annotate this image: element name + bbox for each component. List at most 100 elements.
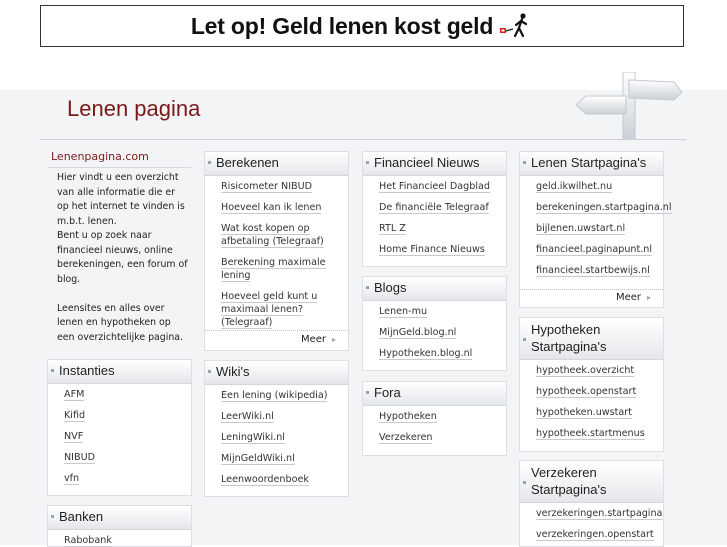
list-item[interactable]: LeerWiki.nl [205,410,348,423]
list-item[interactable]: MijnGeldWiki.nl [205,452,348,465]
header-divider [40,139,686,140]
verzekeren-title: Verzekeren Startpagina's [531,465,607,497]
nieuws-box: Financieel Nieuws Het Financieel Dagblad… [362,151,507,267]
list-item[interactable]: verzekeringen.openstart [520,528,663,541]
list-item[interactable]: financieel.paginapunt.nl [520,243,663,256]
hypotheken-box: Hypotheken Startpagina's hypotheek.overz… [519,317,664,452]
list-item[interactable]: Het Financieel Dagblad [363,180,506,193]
nieuws-header: Financieel Nieuws [363,152,506,176]
signpost-icon [575,72,683,140]
fora-header: Fora [363,382,506,406]
fora-title: Fora [374,385,401,400]
list-item[interactable]: hypotheek.startmenus [520,427,663,440]
bullet-icon [51,369,54,372]
startpaginas-list: geld.ikwilhet.nu berekeningen.startpagin… [520,176,672,277]
verzekeren-header: Verzekeren Startpagina's [520,461,663,503]
bullet-icon [208,370,211,373]
more-divider [205,330,348,331]
wikis-header: Wiki's [205,361,348,385]
instanties-header: Instanties [48,360,191,384]
list-item[interactable]: berekeningen.startpagina.nl [520,201,672,214]
startpaginas-header: Lenen Startpagina's [520,152,663,176]
list-item[interactable]: verzekeringen.startpagina [520,507,663,520]
list-item[interactable]: RTL Z [363,222,506,235]
blogs-box: Blogs Lenen-mu MijnGeld.blog.nl Hypothek… [362,276,507,371]
list-item[interactable]: Hoeveel geld kunt u maximaal lenen? (Tel… [205,290,348,329]
verzekeren-list: verzekeringen.startpagina verzekeringen.… [520,503,663,541]
bullet-icon [523,338,526,341]
arrow-right-icon: ▸ [331,335,336,344]
hypotheken-title: Hypotheken Startpagina's [531,322,607,354]
list-item[interactable]: bijlenen.uwstart.nl [520,222,663,235]
instanties-box: Instanties AFM Kifid NVF NIBUD vfn [47,359,192,496]
list-item[interactable]: Home Finance Nieuws [363,243,506,256]
wikis-title: Wiki's [216,364,250,379]
list-item[interactable]: NVF [48,430,191,443]
list-item[interactable]: Lenen-mu [363,305,506,318]
banken-box: Banken Rabobank [47,505,192,547]
berekenen-more-link[interactable]: Meer ▸ [301,334,336,345]
list-item[interactable]: Leenwoordenboek [205,473,348,486]
intro-panel: Lenenpagina.com Hier vindt u een overzic… [47,148,191,345]
blogs-header: Blogs [363,277,506,301]
list-item[interactable]: Een lening (wikipedia) [205,389,348,402]
berekenen-title: Berekenen [216,155,279,170]
list-item[interactable]: hypotheek.openstart [520,385,663,398]
list-item[interactable]: De financiële Telegraaf [363,201,506,214]
walking-man-icon [500,13,528,38]
banner-text: Let op! Geld lenen kost geld [190,12,494,39]
site-title[interactable]: Lenen pagina [67,96,200,122]
bullet-icon [523,161,526,164]
more-divider [520,289,663,290]
list-item[interactable]: hypotheek.overzicht [520,364,663,377]
wikis-box: Wiki's Een lening (wikipedia) LeerWiki.n… [204,360,349,497]
hypotheken-header: Hypotheken Startpagina's [520,318,663,360]
startpaginas-title: Lenen Startpagina's [531,155,647,170]
hypotheken-list: hypotheek.overzicht hypotheek.openstart … [520,360,663,440]
list-item[interactable]: Verzekeren [363,431,506,444]
bullet-icon [523,481,526,484]
list-item[interactable]: MijnGeld.blog.nl [363,326,506,339]
fora-box: Fora Hypotheken Verzekeren [362,381,507,456]
bullet-icon [366,391,369,394]
list-item[interactable]: vfn [48,472,191,485]
instanties-list: AFM Kifid NVF NIBUD vfn [48,384,191,485]
wikis-list: Een lening (wikipedia) LeerWiki.nl Lenin… [205,385,348,486]
list-item[interactable]: NIBUD [48,451,191,464]
startpaginas-box: Lenen Startpagina's geld.ikwilhet.nu ber… [519,151,672,308]
berekenen-header: Berekenen [205,152,348,176]
fora-list: Hypotheken Verzekeren [363,406,506,444]
berekenen-box: Berekenen Risicometer NIBUD Hoeveel kan … [204,151,349,351]
list-item[interactable]: Hypotheken [363,410,506,423]
intro-title: Lenenpagina.com [47,148,191,168]
list-item[interactable]: Berekening maximale lening [205,256,348,282]
list-item[interactable]: Hypotheken.blog.nl [363,347,506,360]
blogs-title: Blogs [374,280,407,295]
list-item[interactable]: financieel.startbewijs.nl [520,264,663,277]
intro-body: Hier vindt u een overzicht van alle info… [57,172,188,343]
nieuws-list: Het Financieel Dagblad De financiële Tel… [363,176,506,256]
bullet-icon [51,515,54,518]
blogs-list: Lenen-mu MijnGeld.blog.nl Hypotheken.blo… [363,301,506,360]
list-item[interactable]: AFM [48,388,191,401]
berekenen-list: Risicometer NIBUD Hoeveel kan ik lenen W… [205,176,348,329]
list-item[interactable]: hypotheken.uwstart [520,406,663,419]
list-item[interactable]: LeningWiki.nl [205,431,348,444]
list-item[interactable]: geld.ikwilhet.nu [520,180,663,193]
arrow-right-icon: ▸ [646,293,651,302]
banken-header: Banken [48,506,191,530]
list-item[interactable]: Wat kost kopen op afbetaling (Telegraaf) [205,222,348,248]
bullet-icon [366,286,369,289]
list-item[interactable]: Kifid [48,409,191,422]
nieuws-title: Financieel Nieuws [374,155,480,170]
verzekeren-box: Verzekeren Startpagina's verzekeringen.s… [519,460,664,547]
list-item[interactable]: Rabobank [48,534,191,547]
list-item[interactable]: Risicometer NIBUD [205,180,348,193]
list-item[interactable]: Hoeveel kan ik lenen [205,201,348,214]
instanties-title: Instanties [59,363,115,378]
startpaginas-more-link[interactable]: Meer ▸ [616,292,651,303]
banken-list: Rabobank [48,530,191,547]
bullet-icon [366,161,369,164]
warning-banner[interactable]: Let op! Geld lenen kost geld [40,5,684,47]
banken-title: Banken [59,509,104,524]
